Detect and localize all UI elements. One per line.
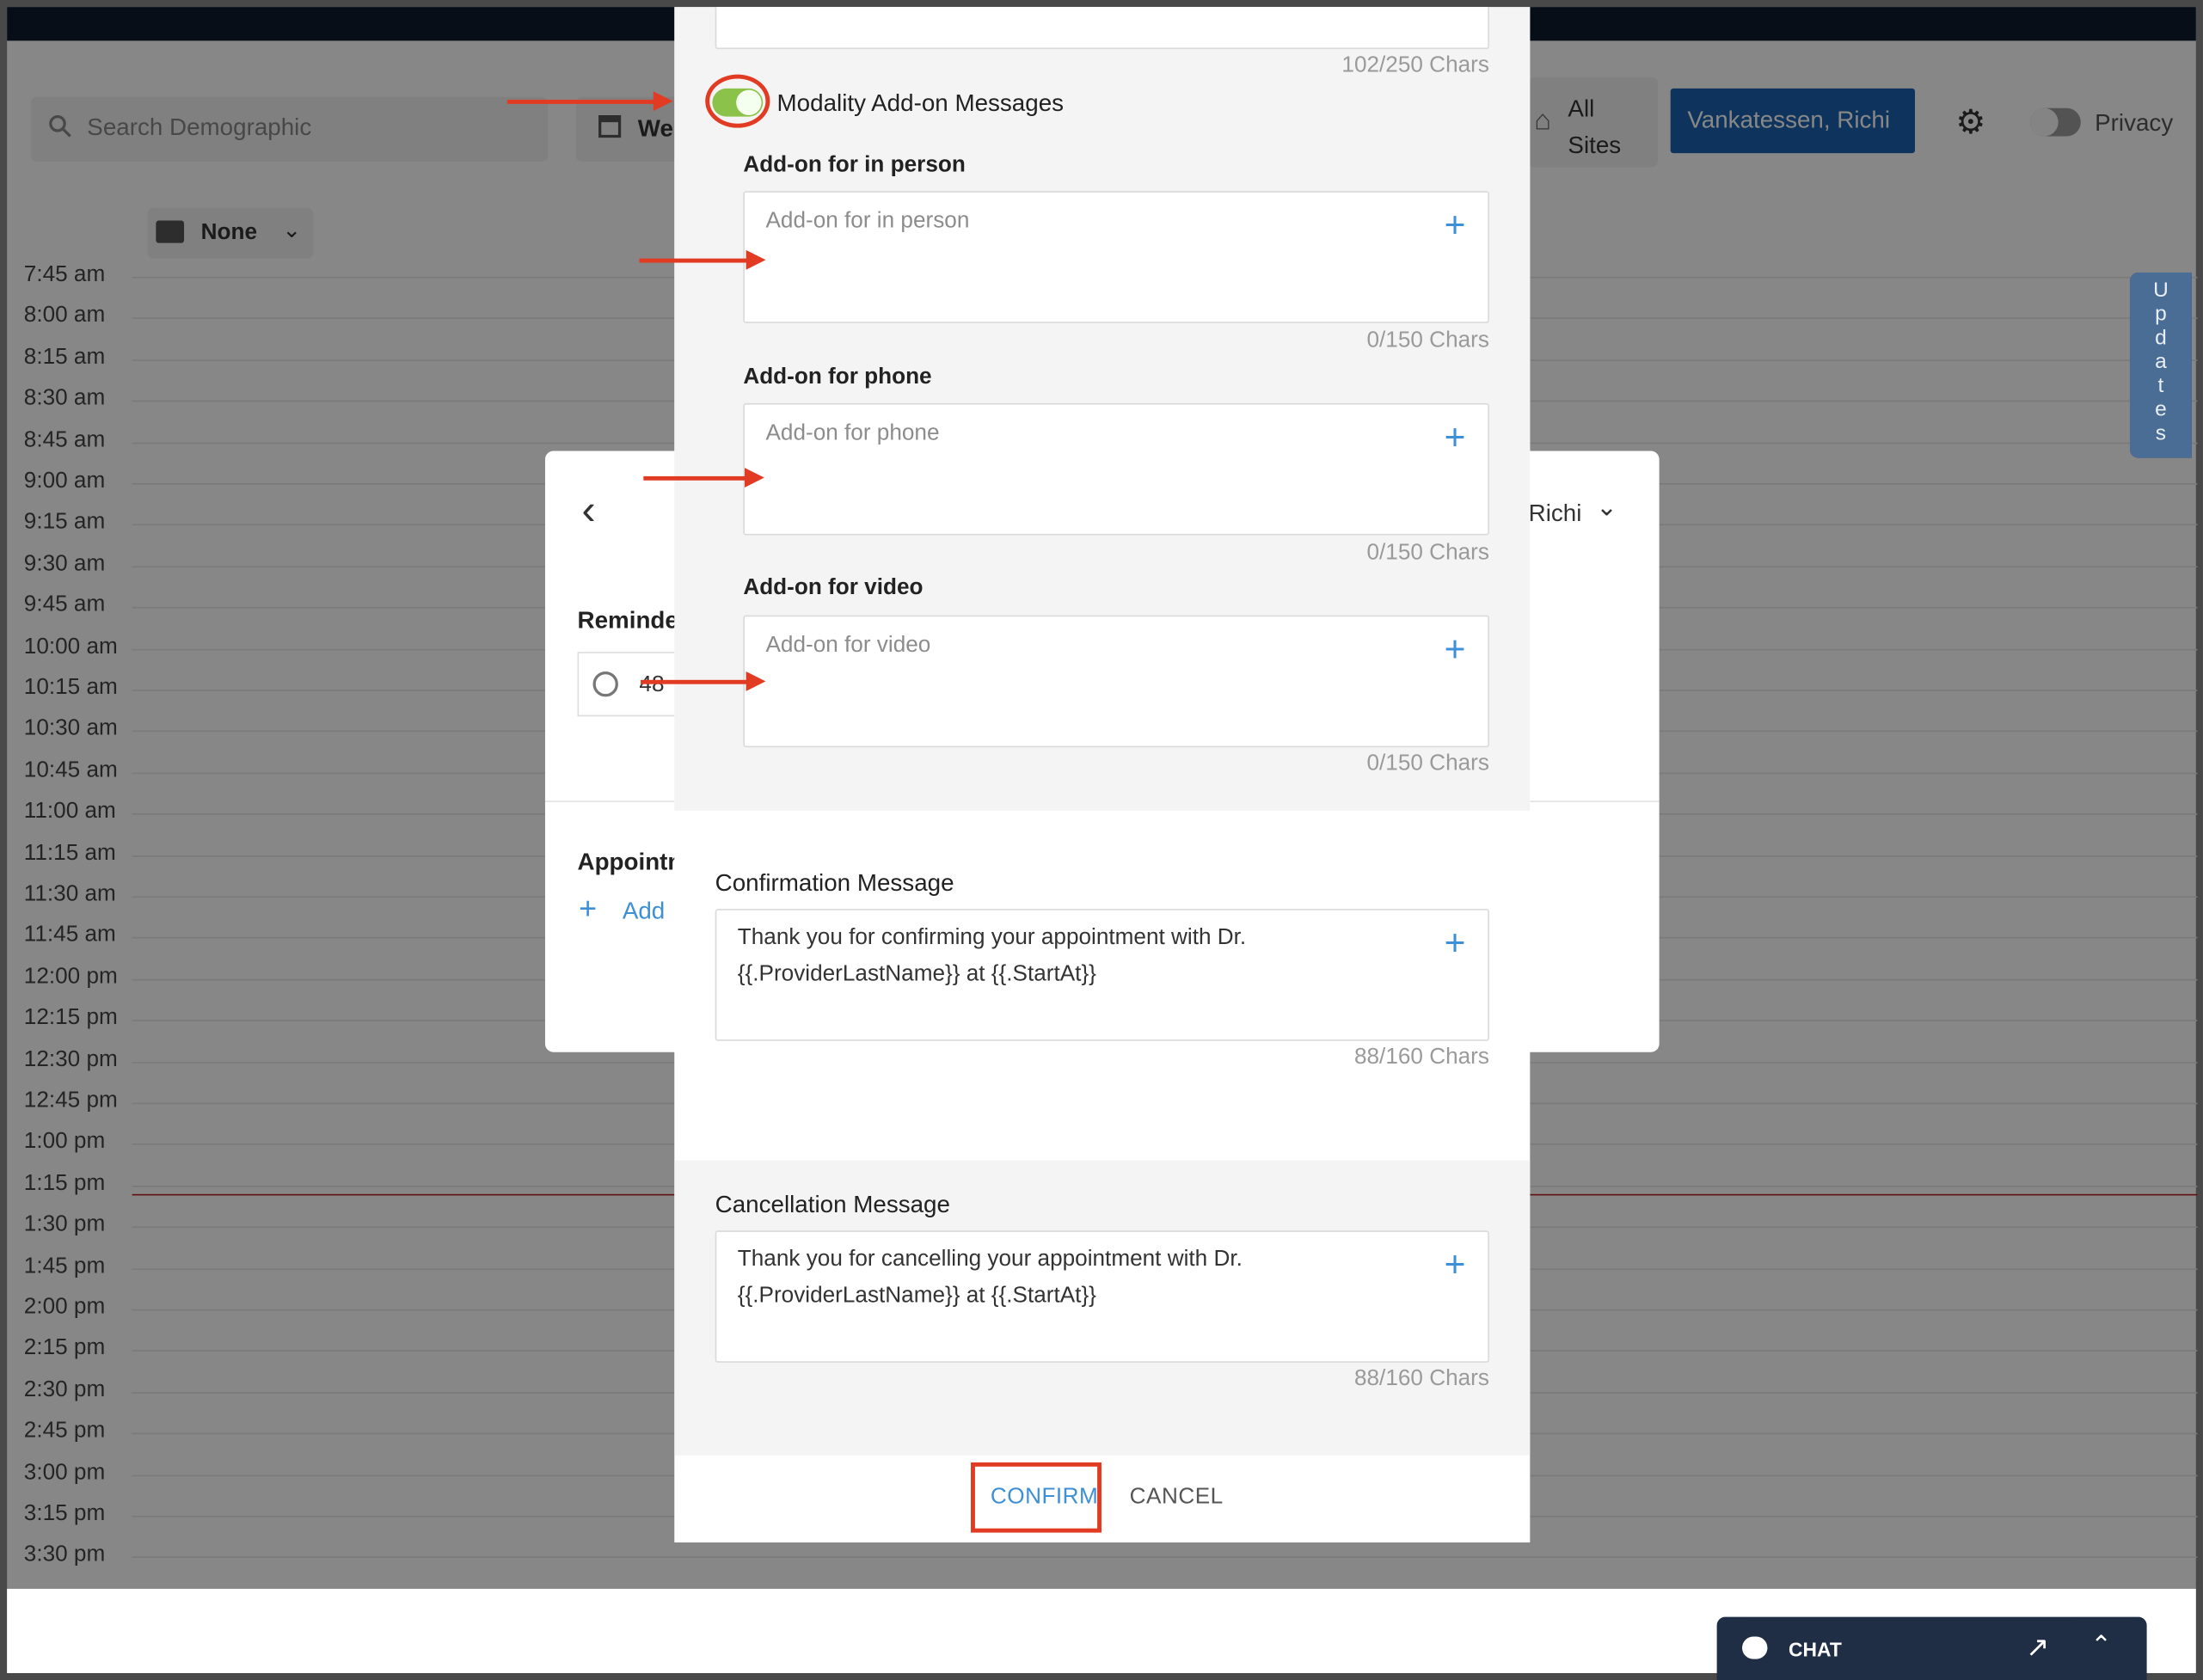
reminder-label: Reminde <box>577 606 678 634</box>
toggle-highlight-circle <box>705 74 770 128</box>
open-external-icon[interactable]: ↗ <box>2026 1629 2049 1665</box>
updates-tab-label[interactable]: Updates <box>2129 272 2192 458</box>
insert-variable-plus-icon[interactable]: + <box>1445 1246 1466 1282</box>
previous-message-counter: 102/250 Chars <box>1341 53 1489 77</box>
chat-bubble-icon <box>1742 1636 1768 1659</box>
confirm-highlight-box <box>971 1462 1102 1533</box>
provider-select-label[interactable]: Richi <box>1529 500 1582 529</box>
confirmation-message-text: Thank you for confirming your appointmen… <box>738 920 1440 993</box>
reminder-value: 48 <box>639 672 665 697</box>
appointment-label: Appointm <box>577 848 690 875</box>
cancellation-message-text: Thank you for cancelling your appointmen… <box>738 1242 1440 1315</box>
message-settings-dialog: 102/250 Chars Modality Add-on Messages A… <box>674 7 1531 1543</box>
chat-label: CHAT <box>1788 1638 1842 1661</box>
previous-message-field[interactable] <box>715 7 1489 50</box>
cancellation-line-1: Thank you for cancelling your appointmen… <box>737 1247 1243 1272</box>
modality-toggle-label: Modality Add-on Messages <box>776 89 1065 117</box>
add-link[interactable]: Add <box>623 898 665 926</box>
add-plus-icon[interactable]: + <box>579 891 597 927</box>
addon-phone-placeholder: Add-on for phone <box>765 421 940 445</box>
addon-video-placeholder: Add-on for video <box>765 633 931 658</box>
insert-variable-plus-icon[interactable]: + <box>1445 924 1466 960</box>
cancellation-counter: 88/160 Chars <box>1353 1366 1489 1391</box>
addon-in-person-placeholder: Add-on for in person <box>765 209 970 234</box>
confirmation-line-2: {{.ProviderLastName}} at {{.StartAt}} <box>737 962 1096 986</box>
confirmation-message-input[interactable]: Thank you for confirming your appointmen… <box>715 909 1489 1041</box>
chevron-up-icon[interactable]: ⌃ <box>2090 1631 2112 1660</box>
addon-phone-label: Add-on for phone <box>743 365 932 389</box>
annotation-arrow-toggle <box>506 91 673 112</box>
addon-in-person-label: Add-on for in person <box>743 153 966 177</box>
cancellation-line-2: {{.ProviderLastName}} at {{.StartAt}} <box>737 1284 1096 1309</box>
updates-tab-text: Updates <box>2153 278 2169 445</box>
back-arrow-icon[interactable]: ‹ <box>581 487 595 536</box>
addon-in-person-counter: 0/150 Chars <box>1366 328 1489 353</box>
annotation-arrow-phone <box>643 468 764 487</box>
addon-video-label: Add-on for video <box>743 575 924 600</box>
addon-in-person-input[interactable]: Add-on for in person + <box>743 191 1489 323</box>
addon-phone-input[interactable]: Add-on for phone + <box>743 402 1489 536</box>
cancel-button[interactable]: CANCEL <box>1130 1485 1224 1510</box>
cancellation-label: Cancellation Message <box>715 1191 950 1218</box>
cancellation-message-input[interactable]: Thank you for cancelling your appointmen… <box>715 1230 1489 1363</box>
chevron-down-icon[interactable]: ⌄ <box>1596 493 1617 522</box>
addon-video-input[interactable]: Add-on for video + <box>743 615 1489 748</box>
confirmation-counter: 88/160 Chars <box>1353 1045 1489 1070</box>
addon-video-counter: 0/150 Chars <box>1366 751 1489 776</box>
confirmation-line-1: Thank you for confirming your appointmen… <box>737 925 1247 950</box>
chat-bar[interactable]: CHAT ↗ ⌃ <box>1716 1616 2147 1680</box>
timer-icon <box>592 671 618 697</box>
confirmation-label: Confirmation Message <box>715 869 954 897</box>
addon-phone-counter: 0/150 Chars <box>1366 541 1489 565</box>
insert-variable-plus-icon[interactable]: + <box>1445 631 1466 667</box>
annotation-arrow-in-person <box>639 249 766 270</box>
insert-variable-plus-icon[interactable]: + <box>1445 419 1466 455</box>
insert-variable-plus-icon[interactable]: + <box>1445 206 1466 242</box>
annotation-arrow-video <box>641 671 766 691</box>
